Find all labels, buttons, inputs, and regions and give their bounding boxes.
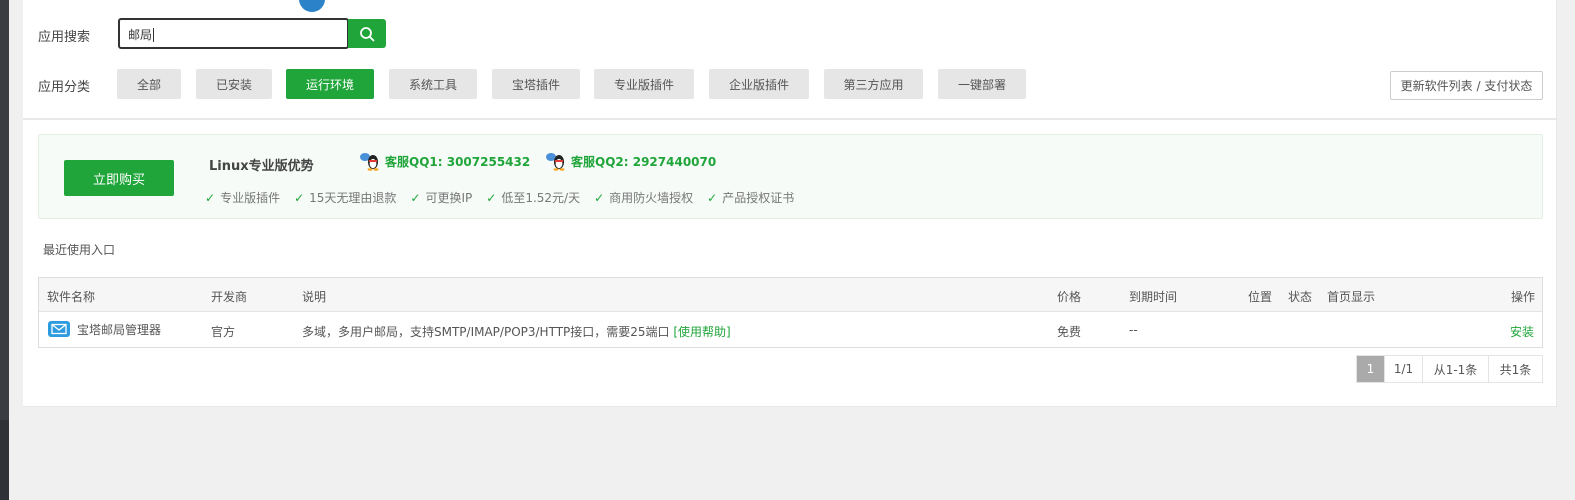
category-all[interactable]: 全部 [117, 69, 181, 99]
category-one-click-deploy[interactable]: 一键部署 [938, 69, 1026, 99]
qq1-text: 客服QQ1: 3007255432 [385, 154, 531, 169]
pro-promo-banner: 立即购买 Linux专业版优势 客服QQ1: 3007255432 客服QQ2:… [38, 134, 1543, 219]
header-action: 操作 [1511, 290, 1536, 304]
pagination: 1 1/1 从1-1条 共1条 [1356, 355, 1543, 383]
search-icon [360, 26, 375, 41]
mail-icon [48, 321, 70, 337]
category-enterprise-plugins[interactable]: 企业版插件 [709, 69, 809, 99]
recent-entries-label: 最近使用入口 [43, 243, 116, 257]
category-label: 应用分类 [38, 80, 91, 95]
qq-penguin-icon [360, 153, 379, 171]
page-count: 1/1 [1385, 356, 1423, 382]
check-icon: ✓ [294, 190, 305, 205]
feature-item: ✓ 专业版插件 [205, 190, 281, 206]
feature-list: ✓ 专业版插件 ✓ 15天无理由退款 ✓ 可更换IP ✓ 低至1.52元/天 ✓ 商用防火… [205, 189, 808, 206]
header-name[interactable]: 软件名称 [47, 288, 95, 305]
category-third-party[interactable]: 第三方应用 [824, 69, 923, 99]
row-description-text: 多域，多用户邮局，支持SMTP/IMAP/POP3/HTTP接口，需要25端口 [302, 325, 670, 339]
qq2-contact[interactable]: 客服QQ2: 2927440070 [545, 151, 716, 171]
qq2-text: 客服QQ2: 2927440070 [571, 154, 717, 169]
update-list-button[interactable]: 更新软件列表 / 支付状态 [1390, 71, 1543, 100]
software-table: 软件名称 开发商 说明 价格 到期时间 位置 状态 首页显示 操作 宝塔邮局管理… [38, 277, 1543, 348]
page-total: 共1条 [1499, 362, 1532, 377]
category-bt-plugins[interactable]: 宝塔插件 [492, 69, 580, 99]
check-icon: ✓ [707, 190, 718, 205]
check-icon: ✓ [486, 190, 497, 205]
header-description: 说明 [302, 290, 327, 304]
divider [23, 118, 1557, 120]
feature-item: ✓ 15天无理由退款 [294, 190, 397, 206]
table-header [39, 278, 1542, 312]
category-runtime[interactable]: 运行环境 [286, 69, 374, 99]
search-label: 应用搜索 [38, 30, 91, 45]
floating-indicator [299, 0, 325, 12]
install-link[interactable]: 安装 [1510, 323, 1534, 340]
row-developer: 官方 [211, 325, 236, 339]
search-input[interactable]: 邮局 [118, 18, 349, 49]
feature-item: ✓ 产品授权证书 [707, 190, 795, 206]
check-icon: ✓ [410, 190, 421, 205]
header-status: 状态 [1288, 290, 1313, 304]
qq1-contact[interactable]: 客服QQ1: 3007255432 [359, 151, 530, 171]
feature-item: ✓ 低至1.52元/天 [486, 190, 581, 206]
feature-item: ✓ 可更换IP [410, 190, 473, 206]
header-developer: 开发商 [211, 290, 248, 304]
check-icon: ✓ [594, 190, 605, 205]
header-expiry[interactable]: 到期时间 [1129, 288, 1177, 305]
row-price: 免费 [1057, 325, 1082, 339]
check-icon: ✓ [205, 190, 216, 205]
page-range: 从1-1条 [1423, 356, 1489, 382]
promo-title: Linux专业版优势 [209, 159, 314, 174]
page-current[interactable]: 1 [1357, 356, 1385, 382]
row-expiry: -- [1129, 323, 1138, 337]
left-sidebar-edge [0, 0, 9, 500]
qq-penguin-icon [546, 153, 565, 171]
header-location: 位置 [1248, 290, 1273, 304]
row-description: 多域，多用户邮局，支持SMTP/IMAP/POP3/HTTP接口，需要25端口 … [302, 323, 731, 340]
header-price[interactable]: 价格 [1057, 288, 1081, 305]
feature-item: ✓ 商用防火墙授权 [594, 190, 694, 206]
software-store-panel: 应用搜索 邮局 应用分类 全部 已安装 运行环境 系统工具 宝塔插件 专业版插件… [23, 0, 1557, 407]
search-input-value: 邮局 [128, 28, 153, 42]
header-homepage: 首页显示 [1327, 290, 1376, 304]
category-installed[interactable]: 已安装 [196, 69, 272, 99]
category-pro-plugins[interactable]: 专业版插件 [594, 69, 694, 99]
search-button[interactable] [348, 19, 386, 48]
help-link[interactable]: [使用帮助] [673, 325, 730, 339]
category-system-tools[interactable]: 系统工具 [389, 69, 477, 99]
row-name[interactable]: 宝塔邮局管理器 [77, 321, 161, 338]
buy-now-button[interactable]: 立即购买 [64, 160, 174, 196]
